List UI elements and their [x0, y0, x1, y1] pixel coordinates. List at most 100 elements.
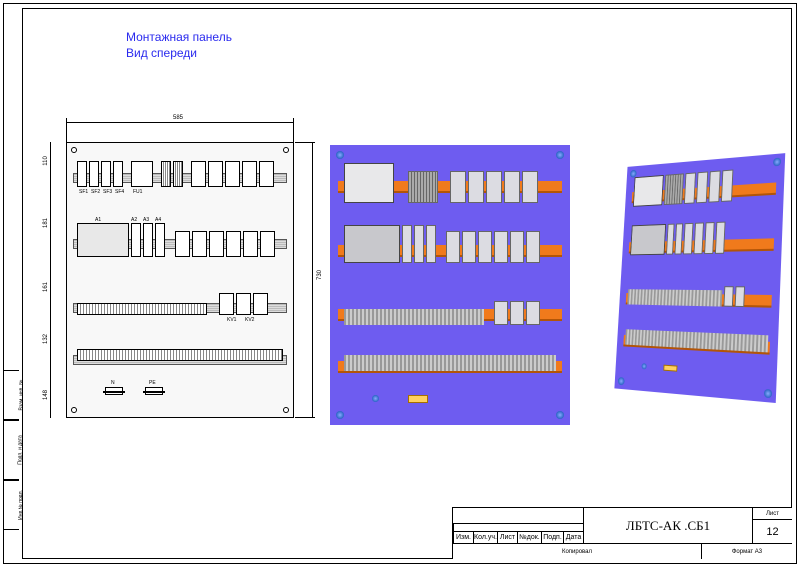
relay	[526, 231, 540, 263]
relay	[494, 301, 508, 325]
psu	[344, 163, 394, 203]
busbar-pe	[663, 365, 677, 372]
component-row-3	[77, 293, 283, 315]
fuse	[131, 161, 153, 187]
relay	[219, 293, 234, 315]
front-view-2d: SF1 SF2 SF3 SF4 FU1 A1 A2 A3 A4 KV1 KV2 …	[66, 142, 294, 418]
tb-cell: Подп.	[541, 531, 563, 543]
footer-copied: Копировал	[453, 544, 702, 559]
sf-label: SF3	[103, 189, 112, 195]
fu-label: FU1	[133, 189, 142, 195]
terminal-strip	[344, 355, 556, 371]
side-slot-2: Подп. и дата	[4, 420, 19, 480]
relay	[191, 161, 206, 187]
relay	[486, 171, 502, 203]
busbar-n	[642, 363, 647, 369]
relay	[723, 286, 733, 307]
sheet-label: Лист	[753, 508, 792, 520]
bolt-icon	[556, 151, 564, 159]
dim-height-tick-b	[295, 417, 315, 418]
relay	[253, 293, 268, 315]
footer-format: Формат А3	[702, 544, 792, 559]
terminal-strip	[627, 289, 722, 306]
terminal-strip	[344, 309, 484, 325]
busbar-n	[372, 395, 379, 402]
side-slot-3: Инв.№ подл.	[4, 480, 19, 530]
bolt-icon	[336, 411, 344, 419]
io-module	[666, 224, 674, 255]
breaker	[77, 161, 87, 187]
component-row-3	[627, 285, 770, 307]
busbar-pe	[408, 395, 428, 403]
dim-width-label: 585	[172, 115, 184, 121]
dim-height-label: 730	[317, 269, 323, 281]
component-row-2	[344, 225, 556, 263]
relay	[259, 161, 274, 187]
dim-row1: 110	[43, 155, 49, 167]
relay	[478, 231, 492, 263]
tb-cell: Дата	[563, 531, 583, 543]
plc	[344, 225, 400, 263]
plc-label: A1	[95, 217, 101, 223]
dim-row2: 181	[43, 217, 49, 229]
relay	[236, 293, 251, 315]
bolt-icon	[336, 151, 344, 159]
pe-label: PE	[149, 380, 156, 386]
relay	[192, 231, 207, 257]
component-row-2	[630, 220, 773, 256]
breaker	[113, 161, 123, 187]
plc	[77, 223, 129, 257]
hole-icon	[71, 407, 77, 413]
tb-cell: Кол.уч.	[473, 531, 497, 543]
a4-label: A4	[155, 217, 161, 223]
component-row-3	[344, 301, 556, 325]
relay	[450, 171, 466, 203]
relay	[696, 171, 708, 203]
dim-row4: 132	[43, 333, 49, 345]
hole-icon	[283, 407, 289, 413]
relay	[704, 222, 714, 254]
busbar-n	[105, 387, 123, 395]
dim-rows-line	[50, 142, 51, 418]
dim-height-tick-t	[295, 142, 315, 143]
terminal-block	[408, 171, 438, 203]
tb-cell	[453, 523, 583, 531]
relay	[242, 161, 257, 187]
bolt-icon	[773, 158, 781, 167]
component-row-1	[633, 166, 775, 207]
relay	[243, 231, 258, 257]
dim-height-line	[312, 142, 313, 418]
busbar-pe	[145, 387, 163, 395]
bolt-icon	[556, 411, 564, 419]
relay	[462, 231, 476, 263]
component-row-1	[77, 161, 283, 187]
bolt-icon	[618, 377, 625, 385]
relay	[494, 231, 508, 263]
sf-label: SF4	[115, 189, 124, 195]
io-module	[155, 223, 165, 257]
dim-width-tick-r	[293, 118, 294, 142]
sheet-number: 12	[753, 520, 792, 543]
io-module	[414, 225, 424, 263]
relay	[208, 161, 223, 187]
component-row-4	[77, 349, 283, 361]
relay	[735, 286, 745, 307]
terminal-strip	[77, 349, 283, 361]
drawing-title-line2: Вид спереди	[126, 46, 197, 60]
sf-label: SF1	[79, 189, 88, 195]
render-iso-view	[614, 153, 785, 403]
relay	[260, 231, 275, 257]
relay	[694, 222, 704, 254]
relay	[708, 170, 720, 202]
kv-label: KV2	[245, 317, 254, 323]
sf-label: SF2	[91, 189, 100, 195]
relay	[526, 301, 540, 325]
render-front-view	[330, 145, 570, 425]
relay	[225, 161, 240, 187]
relay	[721, 169, 733, 201]
drawing-title-line1: Монтажная панель	[126, 30, 232, 44]
dim-row5: 148	[43, 389, 49, 401]
breaker	[89, 161, 99, 187]
relay	[226, 231, 241, 257]
plc	[630, 224, 666, 255]
